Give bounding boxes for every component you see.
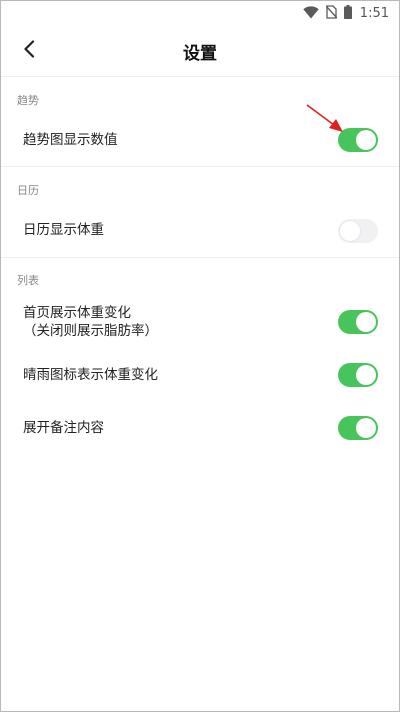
section-header-trend: 趋势 xyxy=(17,94,39,107)
settings-screen: 1:51 设置 趋势 趋势图显示数值 日历 日历显示体重 列表 首页展示体重变化… xyxy=(0,0,400,712)
setting-label: 晴雨图标表示体重变化 xyxy=(23,367,158,383)
toggle-knob xyxy=(340,221,360,241)
status-time: 1:51 xyxy=(359,5,389,21)
toggle-knob xyxy=(356,130,376,150)
setting-label: 日历显示体重 xyxy=(23,222,104,238)
toggle-weather-icons[interactable] xyxy=(338,363,378,387)
section-header-calendar: 日历 xyxy=(17,184,39,197)
section-divider xyxy=(1,257,399,258)
toggle-expand-notes[interactable] xyxy=(338,416,378,440)
setting-label: 首页展示体重变化 （关闭则展示脂肪率） xyxy=(23,304,158,340)
setting-row-weather-icons: 晴雨图标表示体重变化 xyxy=(1,353,399,397)
battery-icon xyxy=(343,4,352,23)
status-icons: 1:51 xyxy=(303,4,389,22)
setting-row-home-weight-change: 首页展示体重变化 （关闭则展示脂肪率） xyxy=(1,299,399,345)
no-sim-icon xyxy=(325,4,338,23)
toggle-knob xyxy=(356,365,376,385)
setting-label: 展开备注内容 xyxy=(23,420,104,436)
status-bar: 1:51 xyxy=(1,1,399,25)
setting-row-expand-notes: 展开备注内容 xyxy=(1,406,399,450)
title-bar: 设置 xyxy=(1,25,399,77)
toggle-knob xyxy=(356,418,376,438)
toggle-calendar-weight[interactable] xyxy=(338,219,378,243)
wifi-icon xyxy=(303,4,319,23)
setting-label-main: 首页展示体重变化 xyxy=(23,305,131,321)
toggle-home-weight-change[interactable] xyxy=(338,310,378,334)
annotation-arrow-icon xyxy=(306,104,343,132)
page-title: 设置 xyxy=(183,44,217,64)
setting-label-sub: （关闭则展示脂肪率） xyxy=(23,323,158,339)
setting-row-calendar-weight: 日历显示体重 xyxy=(1,207,399,255)
section-header-list: 列表 xyxy=(17,274,39,287)
setting-label: 趋势图显示数值 xyxy=(23,132,118,148)
toggle-knob xyxy=(356,312,376,332)
section-divider xyxy=(1,166,399,167)
